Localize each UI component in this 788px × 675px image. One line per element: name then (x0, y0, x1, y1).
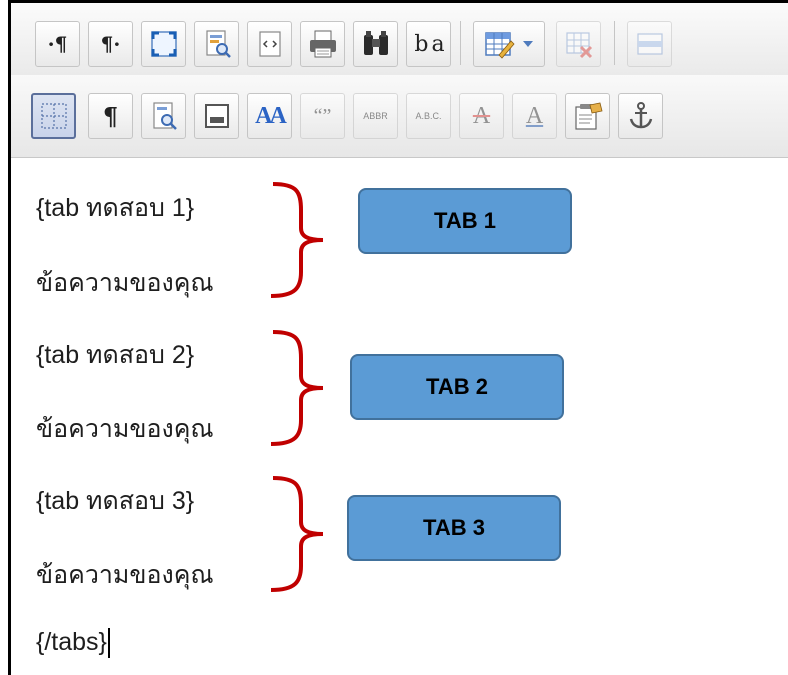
insert-table-button[interactable] (473, 21, 545, 67)
insert-text-icon: A (525, 102, 544, 129)
find-binoculars-icon (363, 31, 388, 55)
acronym-icon: A.B.C. (415, 111, 442, 121)
toolbar-separator (614, 21, 615, 65)
anchor-button[interactable] (618, 93, 663, 139)
editor-line-tab2-body: ข้อความของคุณ (36, 415, 214, 443)
paragraph-rtl-icon: ¶· (100, 32, 121, 56)
replace-button[interactable]: b a (406, 21, 451, 67)
acronym-button[interactable]: A.B.C. (406, 93, 451, 139)
paragraph-ltr-button[interactable]: ·¶ (35, 21, 80, 67)
visual-aid-button[interactable] (31, 93, 76, 139)
print-button[interactable] (300, 21, 345, 67)
brace-tab1 (270, 182, 324, 298)
preview-page-button[interactable] (141, 93, 186, 139)
print-icon (309, 30, 336, 58)
editor-line-tab3-open: {tab ทดสอบ 3} (36, 487, 195, 515)
source-code-button[interactable] (247, 21, 292, 67)
toolbar-separator (460, 21, 461, 65)
fullscreen-button[interactable] (141, 21, 186, 67)
preview-icon (205, 30, 231, 58)
paragraph-ltr-icon: ·¶ (47, 32, 68, 56)
page-break-button[interactable] (194, 93, 239, 139)
blockquote-icon: “” (313, 104, 332, 127)
template-button[interactable] (565, 93, 610, 139)
editor-line-tabs-close: {/tabs} (36, 628, 110, 659)
blockquote-button[interactable]: “” (300, 93, 345, 139)
brace-tab2 (270, 330, 324, 446)
editor-window: ·¶ ¶· b a ¶ AA “” ABBR A.B.C. A A {tab ท… (8, 0, 788, 675)
strikethrough-button[interactable]: A (459, 93, 504, 139)
source-code-icon (258, 31, 281, 57)
strikethrough-icon: A (472, 102, 491, 129)
dropdown-arrow-icon (523, 41, 533, 47)
insert-text-button[interactable]: A (512, 93, 557, 139)
brace-tab3 (270, 476, 324, 592)
template-icon (574, 102, 602, 130)
insert-table-icon (485, 32, 515, 59)
replace-icon: b a (414, 31, 444, 57)
editor-content[interactable]: {tab ทดสอบ 1} ข้อความของคุณ {tab ทดสอบ 2… (11, 158, 788, 675)
delete-table-button[interactable] (556, 21, 601, 67)
find-button[interactable] (353, 21, 398, 67)
callout-tab-3: TAB 3 (347, 495, 561, 561)
editor-line-tab1-body: ข้อความของคุณ (36, 269, 214, 297)
text-cursor (107, 628, 110, 659)
editor-line-tabs-close-text: {/tabs} (36, 628, 107, 656)
table-row-button[interactable] (627, 21, 672, 67)
abbreviation-icon: ABBR (363, 111, 388, 121)
abbreviation-button[interactable]: ABBR (353, 93, 398, 139)
toolbar-row-2: ¶ AA “” ABBR A.B.C. A A (11, 75, 788, 158)
callout-tab-1: TAB 1 (358, 188, 572, 254)
font-size-button[interactable]: AA (247, 93, 292, 139)
fullscreen-icon (150, 31, 177, 57)
page-break-icon (204, 104, 229, 128)
preview-button[interactable] (194, 21, 239, 67)
editor-line-tab1-open: {tab ทดสอบ 1} (36, 194, 195, 222)
font-size-icon: AA (255, 102, 287, 129)
paragraph-rtl-button[interactable]: ¶· (88, 21, 133, 67)
delete-table-icon (565, 32, 592, 59)
visual-aid-grid-icon (40, 103, 67, 129)
preview-page-icon (152, 102, 177, 130)
show-blocks-icon: ¶ (102, 101, 119, 131)
editor-line-tab2-open: {tab ทดสอบ 2} (36, 341, 195, 369)
editor-line-tab3-body: ข้อความของคุณ (36, 561, 214, 589)
table-row-icon (636, 33, 663, 55)
toolbar-row-1: ·¶ ¶· b a (11, 3, 788, 75)
anchor-icon (629, 102, 652, 129)
callout-tab-2: TAB 2 (350, 354, 564, 420)
show-blocks-button[interactable]: ¶ (88, 93, 133, 139)
